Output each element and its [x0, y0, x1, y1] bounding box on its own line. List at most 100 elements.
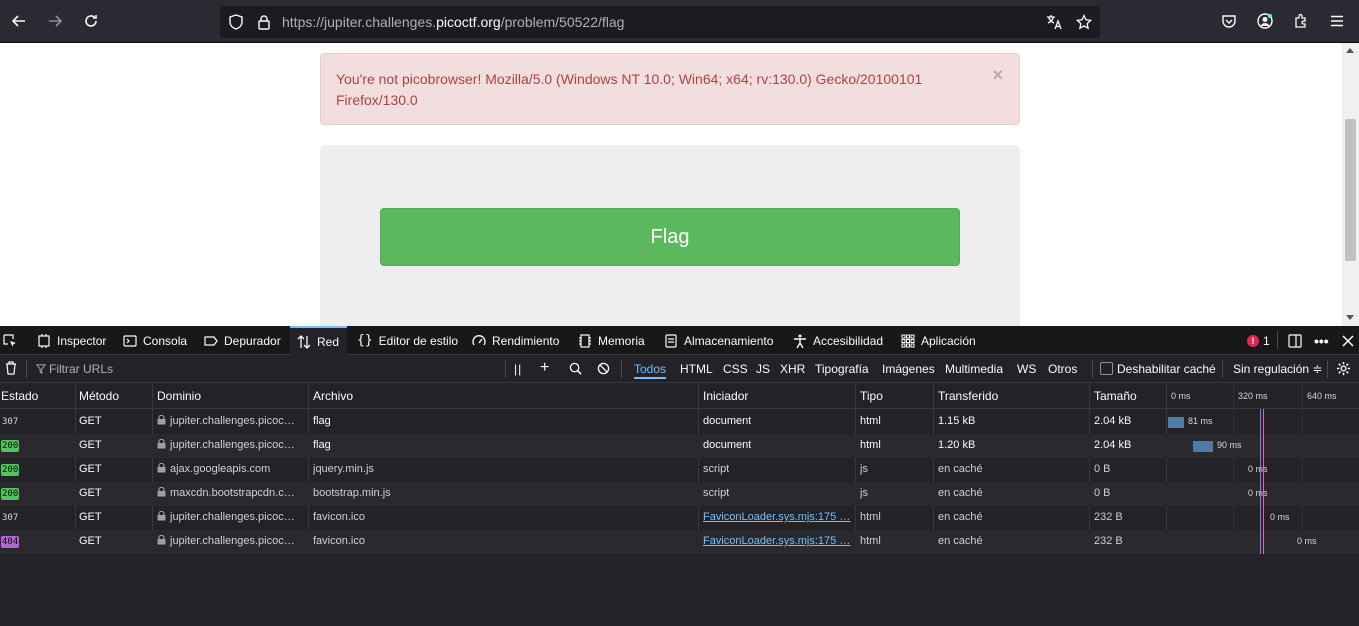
filter-other[interactable]: Otros: [1048, 362, 1077, 376]
memory-icon: [579, 333, 591, 348]
col-initiator[interactable]: Iniciador: [703, 389, 748, 403]
console-icon: [123, 334, 137, 347]
plus-icon: +: [540, 359, 550, 376]
close-icon: [1342, 334, 1354, 347]
filter-images[interactable]: Imágenes: [882, 362, 935, 376]
col-method[interactable]: Método: [79, 389, 119, 403]
filter-fonts[interactable]: Tipografía: [815, 362, 869, 376]
tab-network[interactable]: Red: [290, 326, 348, 355]
filter-media[interactable]: Multimedia: [945, 362, 1003, 376]
account-button[interactable]: [1252, 8, 1278, 34]
disable-cache-label[interactable]: Deshabilitar caché: [1117, 362, 1216, 376]
more-options-button[interactable]: •••: [1314, 326, 1329, 355]
flag-panel: Flag: [320, 145, 1020, 326]
filter-html[interactable]: HTML: [680, 362, 713, 376]
scroll-up-icon[interactable]: [1346, 48, 1354, 53]
debugger-icon: [204, 335, 218, 346]
size: 2.04 kB: [1094, 439, 1132, 451]
col-status[interactable]: Estado: [1, 389, 38, 403]
size: 0 B: [1094, 463, 1111, 475]
pause-button[interactable]: ||: [514, 362, 522, 376]
dock-side-icon: [1288, 333, 1302, 348]
tab-style-editor[interactable]: {} Editor de estilo: [357, 326, 458, 355]
col-size[interactable]: Tamaño: [1094, 389, 1137, 403]
url-text[interactable]: https://jupiter.challenges.picoctf.org/p…: [282, 14, 624, 30]
filter-all[interactable]: Todos: [634, 362, 667, 379]
type: html: [860, 535, 881, 547]
flag-button[interactable]: Flag: [380, 208, 960, 266]
initiator-link[interactable]: FaviconLoader.sys.mjs:175 …: [703, 511, 853, 523]
close-devtools-button[interactable]: [1341, 326, 1355, 355]
request-row[interactable]: 200 GET maxcdn.bootstrapcdn.c… bootstrap…: [0, 482, 1359, 506]
scroll-thumb[interactable]: [1345, 119, 1356, 261]
size: 2.04 kB: [1094, 415, 1132, 427]
lock-icon[interactable]: [256, 14, 272, 30]
error-count-badge[interactable]: ! 1: [1247, 334, 1270, 348]
filter-js[interactable]: JS: [756, 362, 770, 376]
element-picker-button[interactable]: [3, 326, 17, 355]
pocket-button[interactable]: [1216, 8, 1242, 34]
forward-button[interactable]: [42, 8, 68, 34]
search-button[interactable]: [569, 362, 582, 378]
type: js: [860, 487, 868, 499]
page-scrollbar[interactable]: [1342, 43, 1359, 326]
tab-console[interactable]: Consola: [123, 326, 187, 355]
devtools-tabbar: Inspector Consola Depurador Red {} Edito…: [0, 326, 1359, 355]
disable-cache-checkbox[interactable]: [1100, 362, 1113, 375]
method: GET: [79, 463, 102, 475]
page-viewport: You're not picobrowser! Mozilla/5.0 (Win…: [0, 43, 1359, 326]
network-settings-button[interactable]: [1336, 361, 1351, 379]
translate-icon[interactable]: [1046, 14, 1062, 30]
filter-placeholder: Filtrar URLs: [49, 362, 114, 376]
tab-memory[interactable]: Memoria: [578, 326, 645, 355]
waterfall-timing: 0 ms: [1248, 488, 1268, 498]
request-row[interactable]: 307 GET jupiter.challenges.picoc… favico…: [0, 506, 1359, 530]
add-request-button[interactable]: +: [540, 359, 549, 377]
domain: jupiter.challenges.picoc…: [157, 511, 305, 523]
col-transferred[interactable]: Transferido: [938, 389, 998, 403]
initiator-link[interactable]: FaviconLoader.sys.mjs:175 …: [703, 535, 853, 547]
filter-urls-input[interactable]: Filtrar URLs: [35, 362, 114, 376]
reload-button[interactable]: [78, 8, 104, 34]
waterfall-timing: 0 ms: [1248, 464, 1268, 474]
col-domain[interactable]: Dominio: [157, 389, 201, 403]
request-row[interactable]: 307 GET jupiter.challenges.picoc… flag d…: [0, 410, 1359, 434]
devtools-panel: Inspector Consola Depurador Red {} Edito…: [0, 326, 1359, 626]
clear-button[interactable]: [4, 361, 18, 378]
scroll-down-icon[interactable]: [1346, 315, 1354, 320]
size: 0 B: [1094, 487, 1111, 499]
request-row[interactable]: 404 GET jupiter.challenges.picoc… favico…: [0, 530, 1359, 554]
tab-accessibility[interactable]: Accesibilidad: [793, 326, 883, 355]
col-file[interactable]: Archivo: [313, 389, 353, 403]
dock-button[interactable]: [1288, 326, 1302, 355]
star-icon[interactable]: [1076, 14, 1092, 30]
method: GET: [79, 487, 102, 499]
filter-ws[interactable]: WS: [1017, 362, 1036, 376]
tab-application[interactable]: Aplicación: [901, 326, 976, 355]
domain: jupiter.challenges.picoc…: [157, 415, 305, 427]
tab-storage[interactable]: Almacenamiento: [664, 326, 773, 355]
tab-debugger[interactable]: Depurador: [204, 326, 281, 355]
filter-css[interactable]: CSS: [723, 362, 748, 376]
block-button[interactable]: [597, 362, 610, 378]
tab-performance[interactable]: Rendimiento: [472, 326, 559, 355]
url-bar[interactable]: https://jupiter.challenges.picoctf.org/p…: [220, 6, 1100, 38]
ellipsis-icon: •••: [1314, 332, 1329, 349]
extensions-button[interactable]: [1288, 8, 1314, 34]
status-code: 307: [2, 417, 19, 427]
transferred: en caché: [938, 535, 983, 547]
back-button[interactable]: [6, 8, 32, 34]
app-menu-button[interactable]: [1324, 8, 1350, 34]
shield-icon[interactable]: [228, 14, 244, 30]
type: html: [860, 439, 881, 451]
filter-xhr[interactable]: XHR: [780, 362, 805, 376]
waterfall-bar: [1193, 441, 1213, 452]
type: js: [860, 463, 868, 475]
request-row[interactable]: 200 GET jupiter.challenges.picoc… flag d…: [0, 434, 1359, 458]
tab-inspector[interactable]: Inspector: [37, 326, 106, 355]
alert-close-button[interactable]: ×: [992, 66, 1003, 84]
throttling-select[interactable]: Sin regulación ≑: [1233, 362, 1322, 376]
col-type[interactable]: Tipo: [860, 389, 883, 403]
request-row[interactable]: 200 GET ajax.googleapis.com jquery.min.j…: [0, 458, 1359, 482]
error-count: 1: [1263, 334, 1270, 348]
